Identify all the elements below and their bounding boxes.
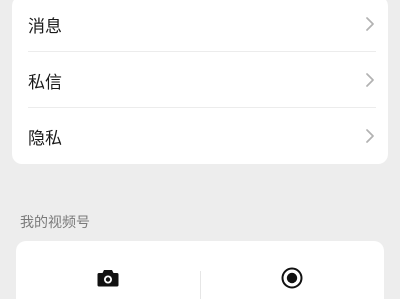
my-channel-card [16, 241, 384, 299]
setting-row-private-messages[interactable]: 私信 [12, 52, 388, 108]
camera-button[interactable] [96, 266, 120, 290]
setting-row-privacy[interactable]: 隐私 [12, 108, 388, 164]
setting-label-messages: 消息 [28, 16, 62, 37]
channel-action-divider [200, 271, 201, 299]
chevron-right-icon [364, 72, 376, 88]
chevron-right-icon [364, 128, 376, 144]
chevron-right-icon [364, 16, 376, 32]
record-icon [281, 267, 303, 289]
setting-label-privacy: 隐私 [28, 128, 62, 149]
setting-label-private-messages: 私信 [28, 72, 62, 93]
record-button[interactable] [280, 266, 304, 290]
my-channel-section-title: 我的视频号 [20, 215, 90, 231]
setting-row-messages[interactable]: 消息 [12, 0, 388, 52]
settings-page: 消息 私信 隐私 我的视频号 [0, 0, 400, 299]
settings-list-card: 消息 私信 隐私 [12, 0, 388, 164]
camera-icon [97, 270, 119, 287]
